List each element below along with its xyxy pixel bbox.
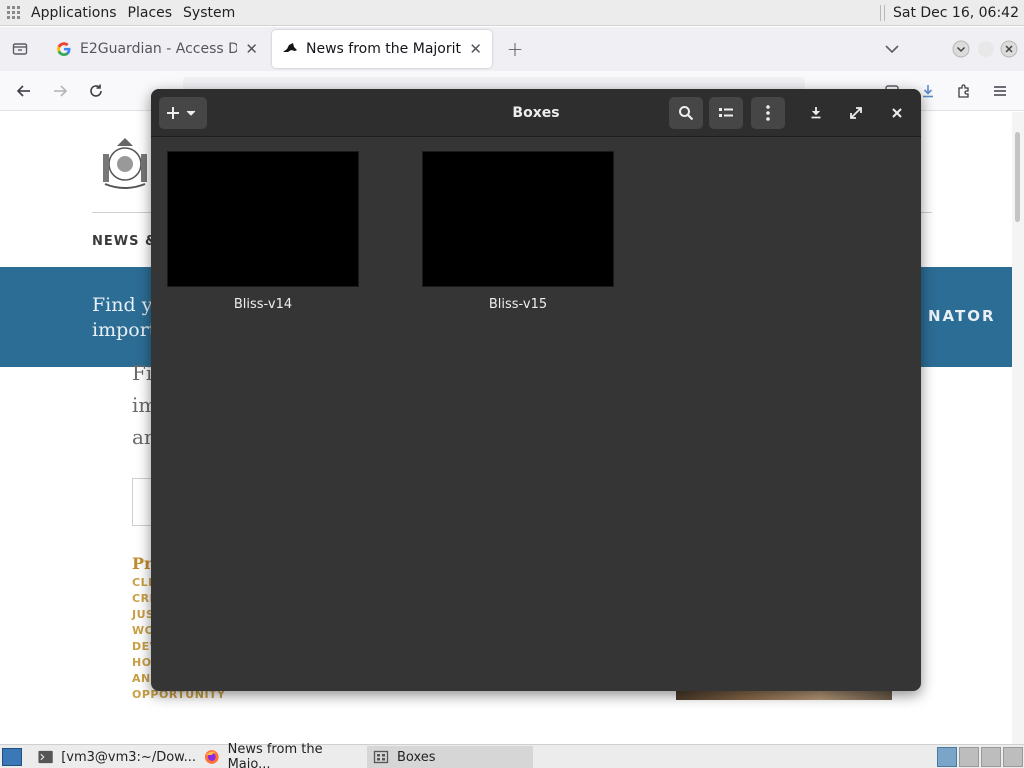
vm-thumbnail[interactable] xyxy=(167,151,359,287)
vm-name: Bliss-v15 xyxy=(488,297,548,312)
downloads-button[interactable] xyxy=(801,97,831,129)
applications-grid-icon[interactable] xyxy=(7,5,21,20)
boxes-icon xyxy=(373,750,389,764)
taskbar-item-label: [vm3@vm3:~/Dow... xyxy=(61,749,196,765)
close-tab-icon[interactable]: ✕ xyxy=(245,40,258,58)
tab-title: E2Guardian - Access Denied xyxy=(80,41,238,57)
forward-arrow-icon[interactable] xyxy=(46,77,74,105)
vm-tile[interactable]: Bliss-v14 xyxy=(167,151,359,312)
hamburger-menu-icon[interactable] xyxy=(986,77,1014,105)
close-icon xyxy=(892,108,902,118)
search-button[interactable] xyxy=(669,97,703,129)
scrollbar-thumb[interactable] xyxy=(1015,132,1020,222)
menu-places[interactable]: Places xyxy=(128,5,173,21)
taskbar-item-firefox[interactable]: News from the Majo... xyxy=(198,742,366,768)
back-arrow-icon[interactable] xyxy=(10,77,38,105)
boxes-header-bar xyxy=(151,89,921,137)
ny-senate-seal-icon[interactable] xyxy=(95,132,155,192)
add-icon xyxy=(167,107,196,119)
kebab-menu-icon xyxy=(766,105,770,121)
show-desktop-icon[interactable] xyxy=(2,748,22,766)
workspace-3[interactable] xyxy=(981,747,1001,767)
vm-name: Bliss-v14 xyxy=(233,297,293,312)
new-vm-button[interactable] xyxy=(159,97,207,129)
terminal-icon xyxy=(38,750,53,764)
find-senator-link[interactable]: NATOR xyxy=(928,307,996,325)
browser-tab-bar: E2Guardian - Access Denied ✕ News from t… xyxy=(0,27,1024,71)
window-minimize-icon[interactable] xyxy=(947,35,975,63)
page-scrollbar[interactable] xyxy=(1012,112,1024,744)
taskbar-item-label: Boxes xyxy=(397,749,436,765)
fullscreen-button[interactable] xyxy=(841,97,871,129)
clock[interactable]: Sat Dec 16, 06:42 xyxy=(893,5,1019,21)
menu-applications[interactable]: Applications xyxy=(31,5,117,21)
tab-news-majority[interactable]: News from the Majority | NY ✕ xyxy=(272,30,492,68)
list-view-icon xyxy=(719,108,733,117)
google-g-icon xyxy=(56,41,72,57)
workspace-4[interactable] xyxy=(1003,747,1023,767)
window-close-icon[interactable] xyxy=(995,35,1023,63)
workspace-2[interactable] xyxy=(959,747,979,767)
tab-e2guardian[interactable]: E2Guardian - Access Denied ✕ xyxy=(46,30,268,68)
workspace-1[interactable] xyxy=(937,747,957,767)
boxes-window: Boxes Bliss-v14 Bliss-v15 xyxy=(151,89,921,691)
vm-tile[interactable]: Bliss-v15 xyxy=(422,151,614,312)
close-tab-icon[interactable]: ✕ xyxy=(469,40,482,58)
bottom-taskbar: [vm3@vm3:~/Dow... News from the Majo... … xyxy=(0,742,1024,768)
top-panel: Applications Places System Sat Dec 16, 0… xyxy=(0,0,1024,26)
close-button[interactable] xyxy=(882,97,912,129)
panel-separator xyxy=(879,4,881,21)
menu-system[interactable]: System xyxy=(183,5,235,21)
view-toggle-button[interactable] xyxy=(709,97,743,129)
firefox-icon xyxy=(204,750,219,764)
list-all-tabs-icon[interactable] xyxy=(878,35,906,63)
main-menu-button[interactable] xyxy=(751,97,785,129)
maximize-arrows-icon xyxy=(850,107,862,119)
reload-icon[interactable] xyxy=(82,77,110,105)
new-tab-button[interactable]: + xyxy=(501,35,529,63)
taskbar-item-terminal[interactable]: [vm3@vm3:~/Dow... xyxy=(32,746,196,768)
taskbar-item-label: News from the Majo... xyxy=(227,742,323,768)
nav-news-link[interactable]: NEWS & xyxy=(92,234,157,249)
search-icon xyxy=(679,106,694,121)
panel-separator xyxy=(883,4,885,21)
taskbar-item-boxes[interactable]: Boxes xyxy=(367,746,533,768)
clock-area: Sat Dec 16, 06:42 xyxy=(879,0,1024,26)
extensions-icon[interactable] xyxy=(950,77,978,105)
tab-title: News from the Majority | NY xyxy=(306,41,461,57)
download-icon xyxy=(811,107,821,119)
vm-thumbnail[interactable] xyxy=(422,151,614,287)
ny-state-icon xyxy=(282,41,298,57)
tab-overview-icon[interactable] xyxy=(6,35,34,63)
